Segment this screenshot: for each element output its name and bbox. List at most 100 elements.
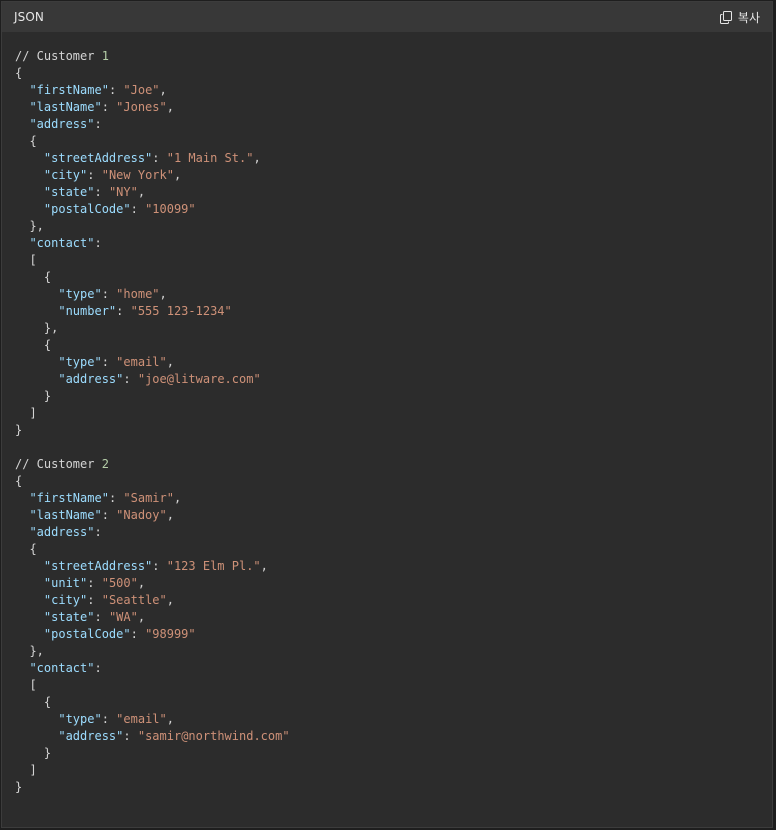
json-punctuation: , [166, 100, 174, 114]
json-key: "type" [58, 712, 102, 726]
json-key: "city" [43, 168, 88, 182]
code-line: "type": "email", [15, 711, 772, 728]
json-punctuation [15, 610, 44, 624]
json-punctuation [15, 185, 44, 199]
code-line: }, [15, 218, 772, 235]
json-punctuation: : [101, 508, 117, 522]
code-line: }, [15, 643, 772, 660]
language-label: JSON [14, 10, 44, 24]
code-line: "type": "home", [15, 286, 772, 303]
json-string-value: "10099" [145, 202, 196, 216]
json-punctuation [15, 491, 29, 505]
json-string-value: "email" [116, 712, 167, 726]
json-string-value: "Samir" [123, 491, 174, 505]
code-comment: // Customer [15, 49, 102, 63]
code-line: "number": "555 123-1234" [15, 303, 772, 320]
json-string-value: "555 123-1234" [130, 304, 232, 318]
json-punctuation [15, 729, 58, 743]
code-line: } [15, 422, 772, 439]
json-punctuation: } [15, 423, 23, 437]
json-punctuation [15, 627, 44, 641]
json-punctuation: ] [15, 763, 37, 777]
json-punctuation [15, 202, 44, 216]
json-punctuation: : [94, 525, 102, 539]
json-punctuation: : [130, 627, 146, 641]
json-punctuation [15, 576, 44, 590]
code-line: { [15, 133, 772, 150]
code-line: "unit": "500", [15, 575, 772, 592]
json-key: "postalCode" [43, 627, 131, 641]
json-key: "lastName" [29, 100, 102, 114]
json-string-value: "Seattle" [101, 593, 167, 607]
json-punctuation: , [159, 83, 167, 97]
json-punctuation: : [94, 661, 102, 675]
json-punctuation: , [173, 491, 182, 505]
code-block: JSON 복사 // Customer 1{ "firstName": "Joe… [1, 1, 773, 828]
code-line: "postalCode": "10099" [15, 201, 772, 218]
json-punctuation [15, 559, 44, 573]
json-string-value: "1 Main St." [166, 151, 254, 165]
json-string-value: "Nadoy" [116, 508, 167, 522]
json-punctuation: , [166, 355, 174, 369]
code-line: } [15, 779, 772, 796]
code-line: "state": "WA", [15, 609, 772, 626]
comment-number: 1 [101, 49, 109, 63]
json-punctuation [15, 372, 58, 386]
json-punctuation: : [94, 117, 102, 131]
code-line: { [15, 337, 772, 354]
copy-button-label: 복사 [737, 10, 760, 25]
json-punctuation [15, 525, 29, 539]
code-line: { [15, 694, 772, 711]
code-line: "address": "joe@litware.com" [15, 371, 772, 388]
json-punctuation [15, 304, 58, 318]
code-line: "contact": [15, 660, 772, 677]
copy-button[interactable]: 복사 [718, 7, 762, 28]
code-line: "lastName": "Jones", [15, 99, 772, 116]
code-line: "city": "Seattle", [15, 592, 772, 609]
json-punctuation: : [123, 372, 138, 386]
comment-number: 2 [101, 457, 109, 471]
json-punctuation [15, 593, 44, 607]
json-punctuation: , [166, 593, 174, 607]
json-punctuation: : [108, 83, 124, 97]
json-punctuation: { [15, 474, 23, 488]
code-line: { [15, 541, 772, 558]
code-line: }, [15, 320, 772, 337]
code-line: "contact": [15, 235, 772, 252]
code-line: "lastName": "Nadoy", [15, 507, 772, 524]
json-punctuation [15, 117, 29, 131]
code-line: // Customer 2 [15, 456, 772, 473]
json-string-value: "joe@litware.com" [137, 372, 261, 386]
json-punctuation: : [101, 712, 117, 726]
json-string-value: "500" [101, 576, 138, 590]
code-line: "address": "samir@northwind.com" [15, 728, 772, 745]
json-key: "city" [43, 593, 88, 607]
json-key: "address" [58, 729, 124, 743]
json-punctuation [15, 168, 44, 182]
json-punctuation [15, 661, 29, 675]
code-line: "address": [15, 116, 772, 133]
code-line: } [15, 388, 772, 405]
json-punctuation: , [137, 185, 146, 199]
json-punctuation: , [159, 287, 167, 301]
code-line: } [15, 745, 772, 762]
code-line: { [15, 269, 772, 286]
json-punctuation: } [15, 746, 52, 760]
json-punctuation: , [253, 151, 261, 165]
code-line: ] [15, 405, 772, 422]
json-key: "streetAddress" [43, 559, 153, 573]
json-punctuation: [ [15, 678, 37, 692]
code-line: "address": [15, 524, 772, 541]
json-punctuation: { [15, 695, 52, 709]
code-line: [ [15, 677, 772, 694]
json-punctuation: , [137, 610, 146, 624]
json-punctuation [15, 508, 29, 522]
json-punctuation: ] [15, 406, 37, 420]
code-line: [ [15, 252, 772, 269]
json-punctuation: }, [15, 644, 44, 658]
json-key: "address" [29, 525, 95, 539]
json-punctuation: }, [15, 219, 44, 233]
json-punctuation: , [166, 712, 174, 726]
json-key: "state" [43, 610, 95, 624]
json-key: "postalCode" [43, 202, 131, 216]
